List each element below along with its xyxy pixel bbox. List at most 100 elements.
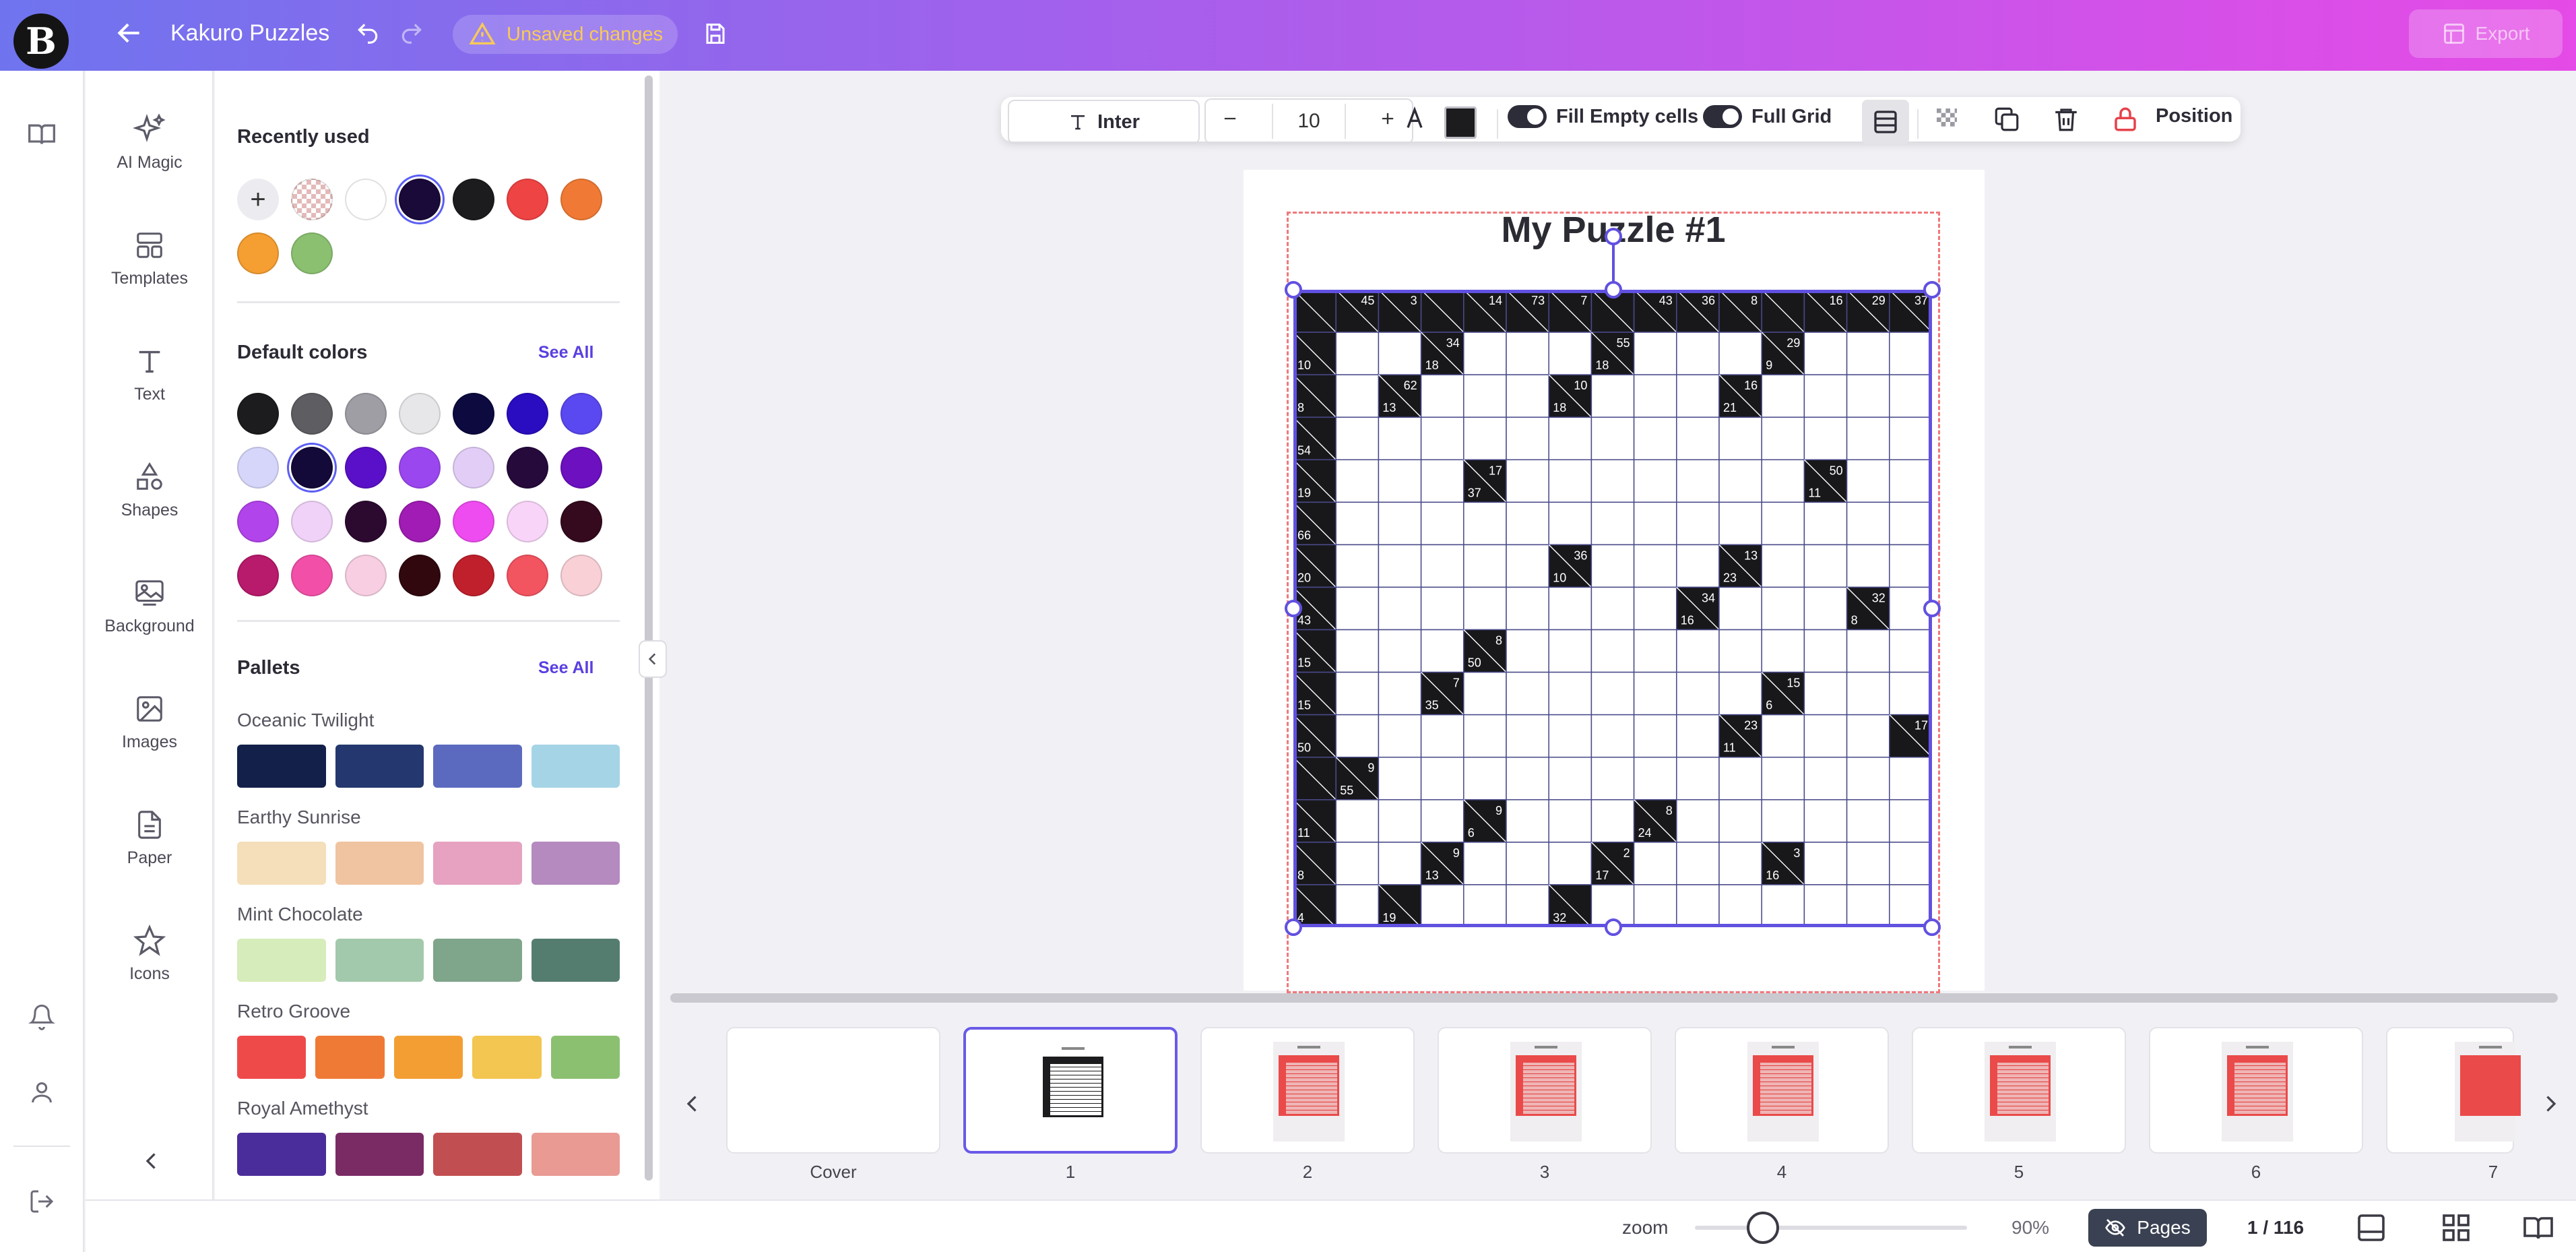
pallet-color-swatch[interactable] bbox=[531, 939, 620, 982]
pallet-color-swatch[interactable] bbox=[393, 1036, 463, 1079]
pallet-color-swatch[interactable] bbox=[237, 842, 326, 885]
empty-cell[interactable] bbox=[1506, 799, 1549, 843]
page-thumbnail[interactable] bbox=[1200, 1027, 1415, 1154]
default-color-swatch[interactable] bbox=[560, 393, 602, 435]
default-color-swatch[interactable] bbox=[560, 501, 602, 542]
empty-cell[interactable] bbox=[1463, 586, 1507, 631]
recent-color-swatch[interactable] bbox=[291, 232, 333, 274]
empty-cell[interactable] bbox=[1761, 884, 1805, 927]
pallet-color-swatch[interactable] bbox=[237, 939, 326, 982]
empty-cell[interactable] bbox=[1676, 416, 1720, 461]
empty-cell[interactable] bbox=[1463, 332, 1507, 375]
empty-cell[interactable] bbox=[1633, 756, 1677, 801]
empty-cell[interactable] bbox=[1803, 799, 1848, 843]
duplicate-icon[interactable] bbox=[1993, 105, 2021, 133]
empty-cell[interactable] bbox=[1335, 459, 1380, 503]
collapse-panel-button[interactable] bbox=[639, 640, 667, 678]
empty-cell[interactable] bbox=[1548, 671, 1592, 716]
pallet-color-swatch[interactable] bbox=[550, 1036, 620, 1079]
empty-cell[interactable] bbox=[1889, 416, 1932, 461]
empty-cell[interactable] bbox=[1420, 714, 1464, 758]
empty-cell[interactable] bbox=[1718, 629, 1762, 673]
minus-icon[interactable] bbox=[1221, 109, 1239, 133]
pallet-swatches[interactable] bbox=[237, 939, 620, 982]
empty-cell[interactable] bbox=[1633, 629, 1677, 673]
empty-cell[interactable] bbox=[1803, 714, 1848, 758]
empty-cell[interactable] bbox=[1846, 629, 1890, 673]
empty-cell[interactable] bbox=[1548, 799, 1592, 843]
empty-cell[interactable] bbox=[1590, 374, 1635, 418]
resize-handle-bottom-left[interactable] bbox=[1285, 918, 1302, 936]
empty-cell[interactable] bbox=[1506, 459, 1549, 503]
empty-cell[interactable] bbox=[1718, 884, 1762, 927]
default-color-swatch[interactable] bbox=[345, 447, 387, 489]
default-color-swatch[interactable] bbox=[399, 555, 441, 596]
empty-cell[interactable] bbox=[1846, 416, 1890, 461]
pallet-color-swatch[interactable] bbox=[531, 842, 620, 885]
pallet-swatches[interactable] bbox=[237, 842, 620, 885]
empty-cell[interactable] bbox=[1548, 586, 1592, 631]
empty-cell[interactable] bbox=[1506, 501, 1549, 546]
empty-cell[interactable] bbox=[1803, 842, 1848, 885]
empty-cell[interactable] bbox=[1718, 416, 1762, 461]
default-color-swatch[interactable] bbox=[507, 501, 548, 542]
empty-cell[interactable] bbox=[1846, 332, 1890, 375]
default-color-swatch[interactable] bbox=[237, 393, 279, 435]
empty-cell[interactable] bbox=[1676, 714, 1720, 758]
resize-handle-bottom-right[interactable] bbox=[1923, 918, 1941, 936]
empty-cell[interactable] bbox=[1548, 714, 1592, 758]
default-color-swatch[interactable] bbox=[345, 393, 387, 435]
empty-cell[interactable] bbox=[1378, 842, 1422, 885]
page-thumbnail[interactable] bbox=[2386, 1027, 2521, 1154]
tool-ai-magic[interactable]: AI Magic bbox=[86, 113, 214, 173]
empty-cell[interactable] bbox=[1548, 756, 1592, 801]
empty-cell[interactable] bbox=[1846, 842, 1890, 885]
empty-cell[interactable] bbox=[1803, 671, 1848, 716]
tool-templates[interactable]: Templates bbox=[86, 228, 214, 288]
empty-cell[interactable] bbox=[1761, 459, 1805, 503]
empty-cell[interactable] bbox=[1846, 459, 1890, 503]
empty-cell[interactable] bbox=[1420, 756, 1464, 801]
default-color-swatch[interactable] bbox=[291, 501, 333, 542]
recent-color-swatch[interactable] bbox=[453, 179, 494, 220]
pallet-swatches[interactable] bbox=[237, 1036, 620, 1079]
pallet-color-swatch[interactable] bbox=[335, 1133, 424, 1176]
empty-cell[interactable] bbox=[1420, 501, 1464, 546]
tool-background[interactable]: Background bbox=[86, 576, 214, 636]
empty-cell[interactable] bbox=[1548, 501, 1592, 546]
resize-handle-top-right[interactable] bbox=[1923, 281, 1941, 299]
zoom-slider-track[interactable] bbox=[1695, 1226, 1967, 1230]
empty-cell[interactable] bbox=[1463, 714, 1507, 758]
empty-cell[interactable] bbox=[1761, 501, 1805, 546]
full-grid-toggle[interactable]: Full Grid bbox=[1703, 105, 1832, 128]
empty-cell[interactable] bbox=[1335, 842, 1380, 885]
app-logo[interactable]: B bbox=[13, 13, 69, 69]
pallet-color-swatch[interactable] bbox=[472, 1036, 542, 1079]
back-arrow-icon[interactable] bbox=[115, 18, 144, 48]
empty-cell[interactable] bbox=[1676, 544, 1720, 588]
empty-cell[interactable] bbox=[1889, 332, 1932, 375]
empty-cell[interactable] bbox=[1463, 416, 1507, 461]
export-button[interactable]: Export bbox=[2409, 9, 2563, 58]
default-color-swatch[interactable] bbox=[291, 393, 333, 435]
default-color-swatch[interactable] bbox=[237, 447, 279, 489]
empty-cell[interactable] bbox=[1506, 884, 1549, 927]
empty-cell[interactable] bbox=[1506, 629, 1549, 673]
empty-cell[interactable] bbox=[1378, 714, 1422, 758]
empty-cell[interactable] bbox=[1889, 842, 1932, 885]
empty-cell[interactable] bbox=[1676, 501, 1720, 546]
empty-cell[interactable] bbox=[1590, 459, 1635, 503]
empty-cell[interactable] bbox=[1889, 799, 1932, 843]
empty-cell[interactable] bbox=[1846, 884, 1890, 927]
empty-cell[interactable] bbox=[1676, 756, 1720, 801]
page-thumbnail[interactable] bbox=[963, 1027, 1178, 1154]
empty-cell[interactable] bbox=[1761, 714, 1805, 758]
empty-cell[interactable] bbox=[1506, 671, 1549, 716]
default-color-swatch[interactable] bbox=[237, 501, 279, 542]
empty-cell[interactable] bbox=[1889, 459, 1932, 503]
recent-color-swatch[interactable] bbox=[237, 232, 279, 274]
empty-cell[interactable] bbox=[1548, 459, 1592, 503]
pallet-color-swatch[interactable] bbox=[335, 745, 424, 788]
default-color-swatch[interactable] bbox=[237, 555, 279, 596]
empty-cell[interactable] bbox=[1633, 459, 1677, 503]
